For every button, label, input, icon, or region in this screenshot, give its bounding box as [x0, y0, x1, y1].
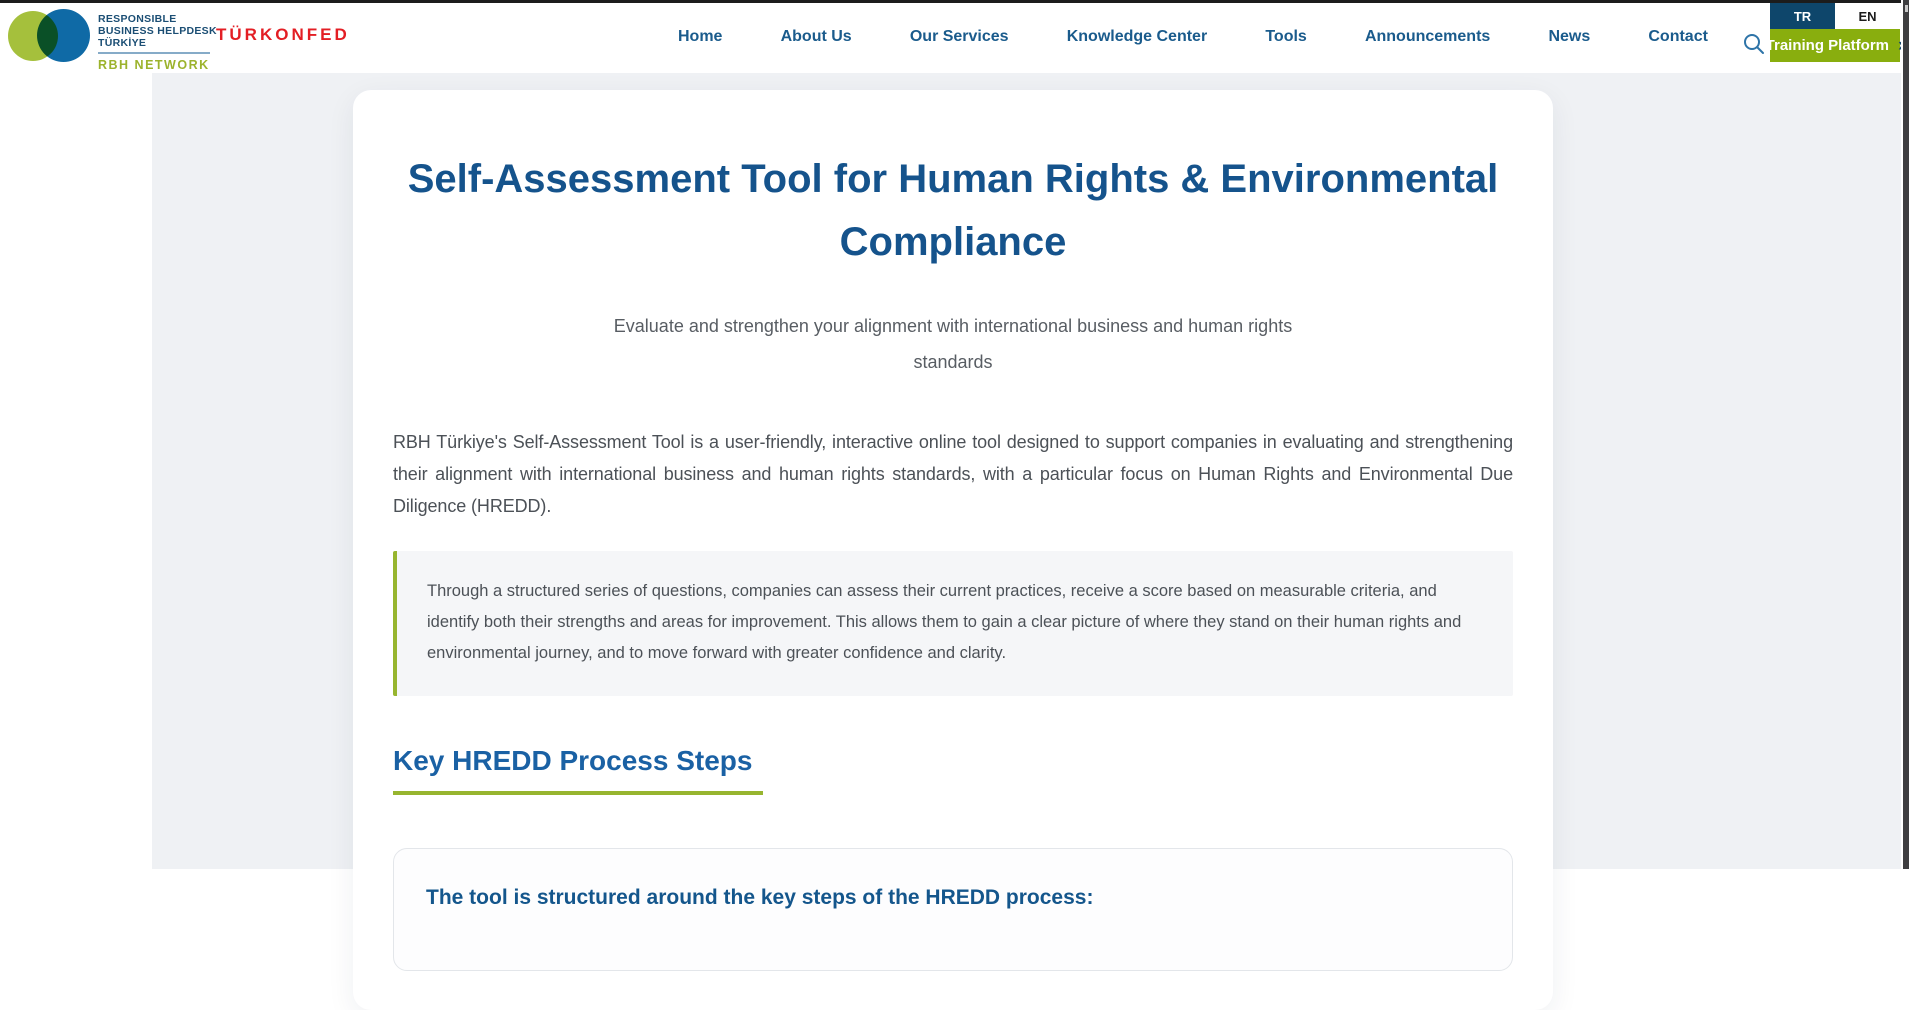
- scrollbar-arrow-icon: [1905, 5, 1908, 12]
- page-subtitle-line2: standards: [393, 344, 1513, 380]
- nav-item-our-services[interactable]: Our Services: [910, 28, 1009, 46]
- language-switcher: TR EN: [1770, 3, 1900, 29]
- page-subtitle-line1: Evaluate and strengthen your alignment w…: [393, 308, 1513, 344]
- training-platform-label: Training Platform: [1766, 37, 1889, 54]
- nav-item-knowledge-center[interactable]: Knowledge Center: [1067, 28, 1207, 46]
- logo-network-label: RBH NETWORK: [98, 58, 217, 72]
- turkonfed-logo[interactable]: TÜRKONFED: [216, 25, 350, 45]
- section-heading-underline: [393, 791, 763, 795]
- page-title-line1: Self-Assessment Tool for Human Rights & …: [393, 148, 1513, 211]
- browser-scrollbar[interactable]: [1901, 0, 1909, 869]
- nav-item-tools[interactable]: Tools: [1265, 28, 1306, 46]
- language-and-training: TR EN Training Platform ›: [1770, 3, 1900, 62]
- lang-tab-en[interactable]: EN: [1835, 3, 1900, 29]
- nav-item-contact[interactable]: Contact: [1648, 28, 1708, 46]
- window-top-edge: [0, 0, 1909, 3]
- logo-line3: TÜRKİYE: [98, 37, 217, 49]
- logo-line2: BUSINESS HELPDESK: [98, 25, 217, 37]
- lang-tab-tr[interactable]: TR: [1770, 3, 1835, 29]
- nav-item-about-us[interactable]: About Us: [781, 28, 852, 46]
- site-header: RESPONSIBLE BUSINESS HELPDESK TÜRKİYE RB…: [0, 0, 1909, 73]
- intro-paragraph: RBH Türkiye's Self-Assessment Tool is a …: [393, 426, 1513, 522]
- logo-line1: RESPONSIBLE: [98, 13, 217, 25]
- hredd-steps-card: The tool is structured around the key st…: [393, 848, 1513, 971]
- logo-blue-circle-icon: [37, 9, 90, 62]
- search-icon[interactable]: [1742, 32, 1766, 56]
- nav-item-home[interactable]: Home: [678, 28, 722, 46]
- page-title-line2: Compliance: [393, 211, 1513, 274]
- content-card: Self-Assessment Tool for Human Rights & …: [353, 90, 1553, 1010]
- nav-item-news[interactable]: News: [1548, 28, 1590, 46]
- logo-divider: [98, 52, 210, 54]
- training-platform-button[interactable]: Training Platform ›: [1770, 29, 1900, 62]
- steps-card-heading: The tool is structured around the key st…: [426, 886, 1480, 910]
- logo-wordmark: RESPONSIBLE BUSINESS HELPDESK TÜRKİYE RB…: [98, 13, 217, 72]
- rbh-logo[interactable]: RESPONSIBLE BUSINESS HELPDESK TÜRKİYE RB…: [6, 0, 336, 73]
- page-subtitle: Evaluate and strengthen your alignment w…: [393, 308, 1513, 380]
- main-nav: Home About Us Our Services Knowledge Cen…: [678, 0, 1708, 73]
- page-title: Self-Assessment Tool for Human Rights & …: [393, 148, 1513, 274]
- section-heading: Key HREDD Process Steps: [393, 745, 1513, 777]
- highlight-callout: Through a structured series of questions…: [393, 551, 1513, 696]
- nav-item-announcements[interactable]: Announcements: [1365, 28, 1490, 46]
